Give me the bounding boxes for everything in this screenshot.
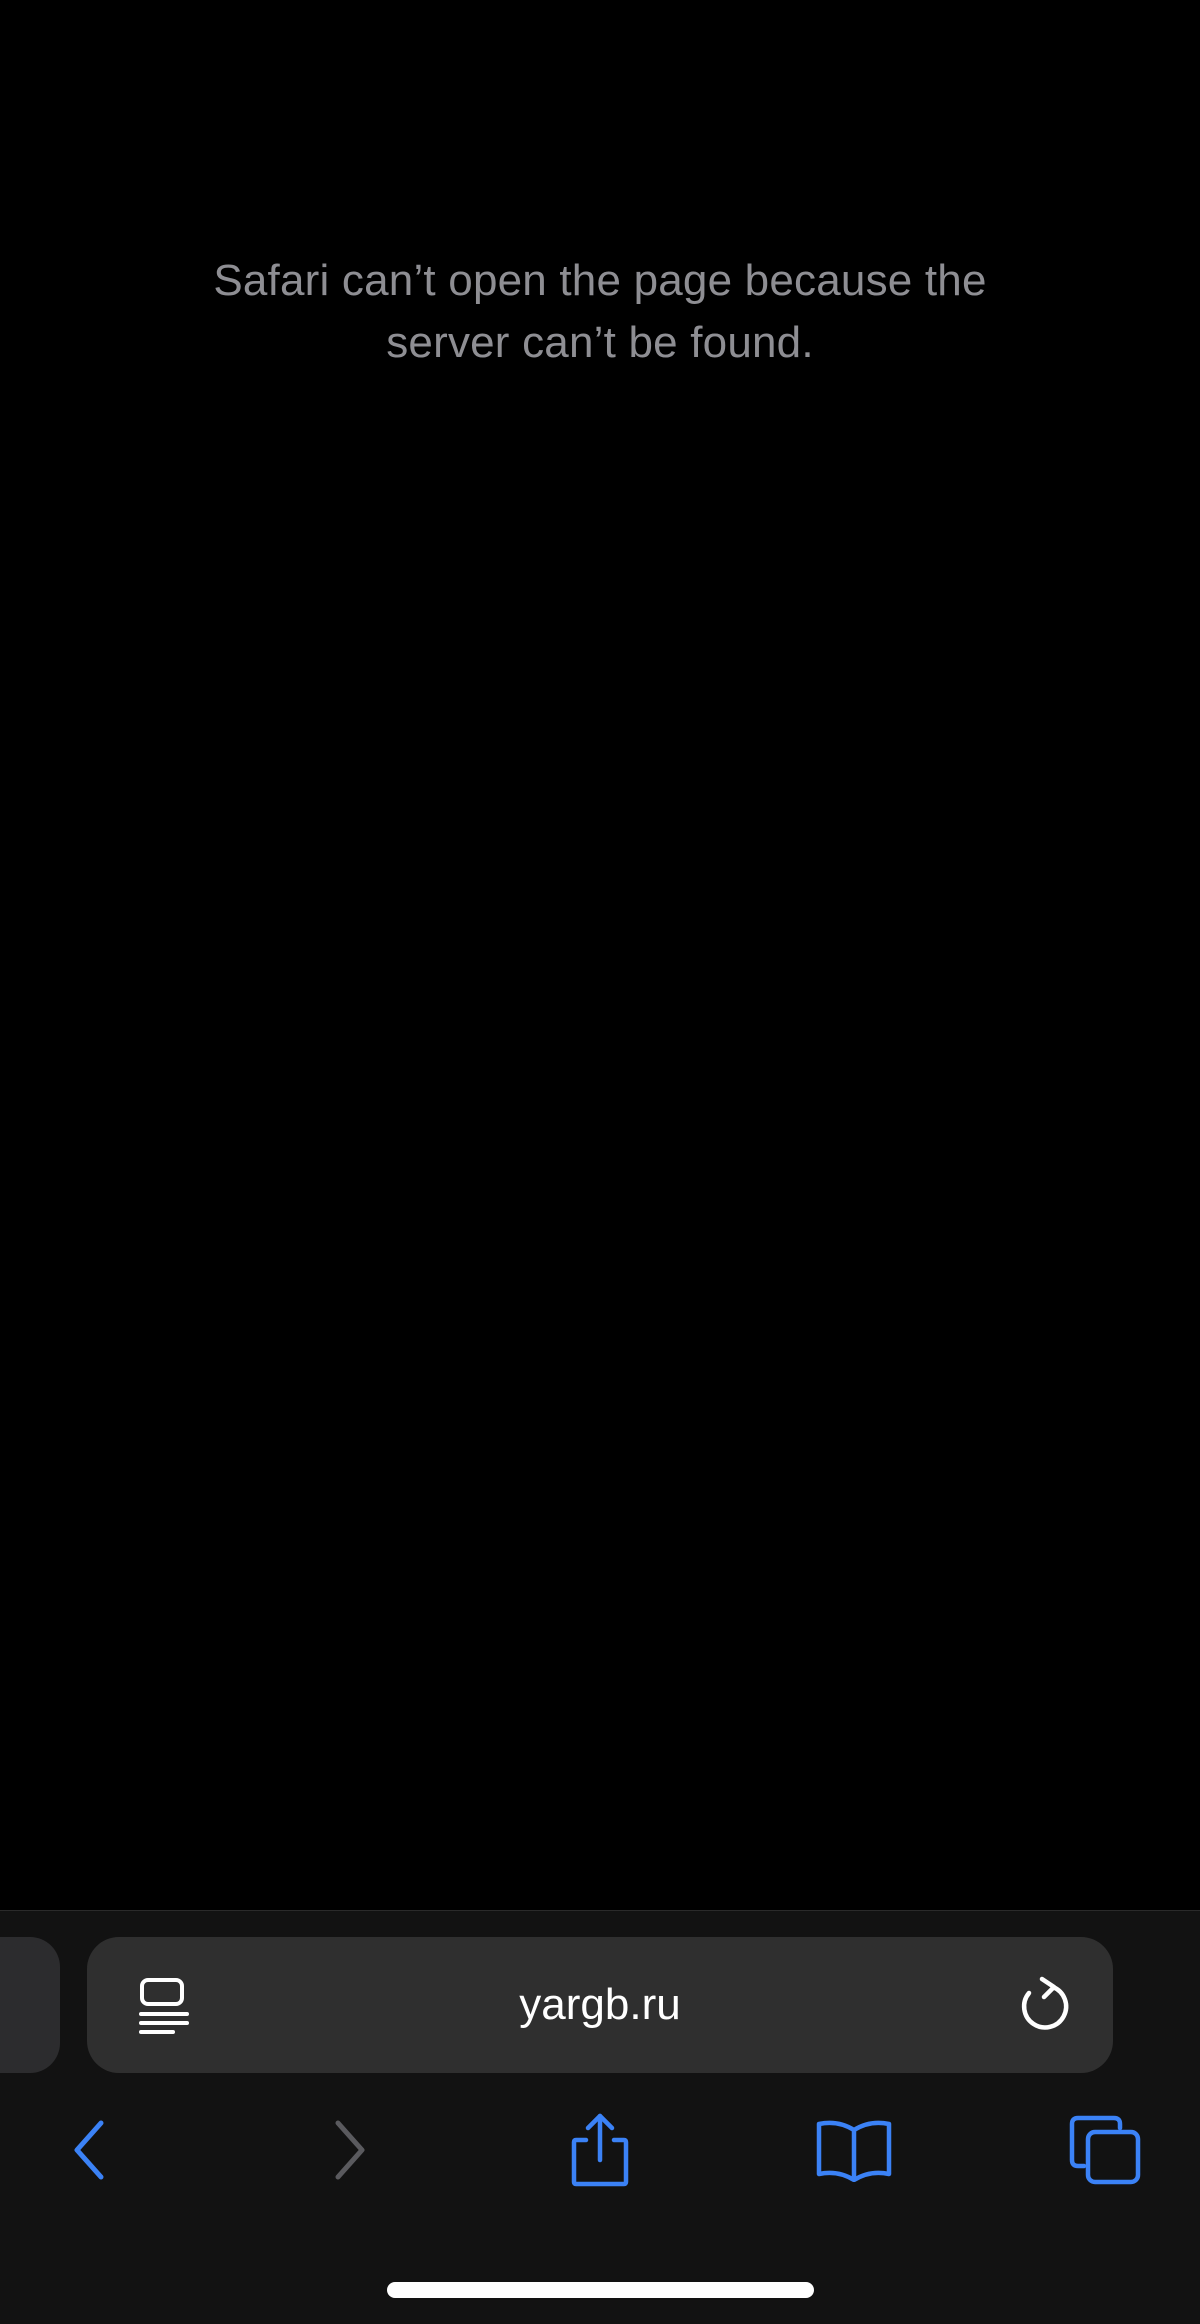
tabs-button[interactable] [1056,2112,1156,2192]
bookmarks-button[interactable] [804,2112,904,2192]
reload-icon[interactable] [1017,1975,1073,2035]
chevron-left-icon [67,2118,111,2187]
url-text[interactable]: yargb.ru [87,1937,1113,2073]
share-icon [568,2112,632,2193]
chevron-right-icon [328,2118,372,2187]
address-bar[interactable]: yargb.ru [87,1937,1113,2073]
error-message: Safari can’t open the page because the s… [213,256,987,367]
safari-screen: Safari can’t open the page because the s… [0,0,1200,2324]
previous-tab-peek[interactable] [0,1937,60,2073]
forward-button[interactable] [300,2112,400,2192]
back-button[interactable] [39,2112,139,2192]
home-indicator[interactable] [387,2282,814,2298]
book-icon [814,2118,894,2187]
tabs-icon [1068,2114,1144,2191]
share-button[interactable] [550,2112,650,2192]
